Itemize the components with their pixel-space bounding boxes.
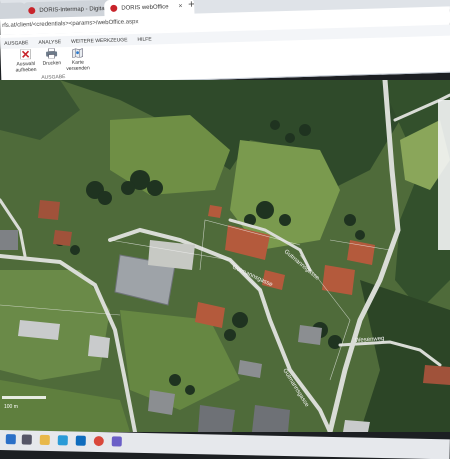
send-map-label: Karte versenden	[66, 59, 90, 73]
ribbon-tab-weitere-werkzeuge[interactable]: WEITERE WERKZEUGE	[70, 37, 129, 45]
clear-selection-label: Auswahl aufheben	[15, 60, 37, 74]
os-taskbar	[0, 430, 450, 459]
map-send-icon	[72, 48, 83, 58]
send-map-button[interactable]: Karte versenden	[62, 47, 93, 72]
map-canvas[interactable]: Gutmannsgasse Gutmannsgasse Gutmannsgass…	[0, 80, 450, 432]
doris-favicon-icon	[110, 4, 118, 12]
store-icon[interactable]	[111, 436, 122, 447]
file-explorer-icon[interactable]	[39, 434, 50, 446]
mail-icon[interactable]	[75, 435, 86, 446]
tab-title: DORIS webOffice	[121, 3, 169, 12]
start-icon[interactable]	[5, 434, 16, 445]
chrome-icon[interactable]	[93, 435, 104, 447]
edge-icon[interactable]	[57, 435, 68, 446]
close-tab-icon[interactable]: ×	[178, 3, 182, 10]
printer-icon	[46, 48, 58, 59]
search-icon[interactable]	[21, 434, 32, 445]
orthophoto-map[interactable]: Gutmannsgasse Gutmannsgasse Gutmannsgass…	[0, 80, 450, 432]
ribbon-tab-ausgabe[interactable]: AUSGABE	[3, 40, 29, 47]
new-tab-button[interactable]: +	[188, 0, 195, 11]
address-text[interactable]: rfs.at/client/<credentials><params>/webO…	[2, 19, 138, 29]
ribbon-tab-analyse[interactable]: ANALYSE	[37, 39, 62, 46]
ribbon-tab-hilfe[interactable]: HILFE	[136, 36, 152, 42]
print-label: Drucken	[42, 60, 62, 67]
scale-label: 100 m	[4, 404, 18, 410]
side-panel-edge[interactable]	[438, 100, 450, 250]
doris-favicon-icon	[28, 7, 36, 15]
close-x-icon	[20, 49, 32, 60]
